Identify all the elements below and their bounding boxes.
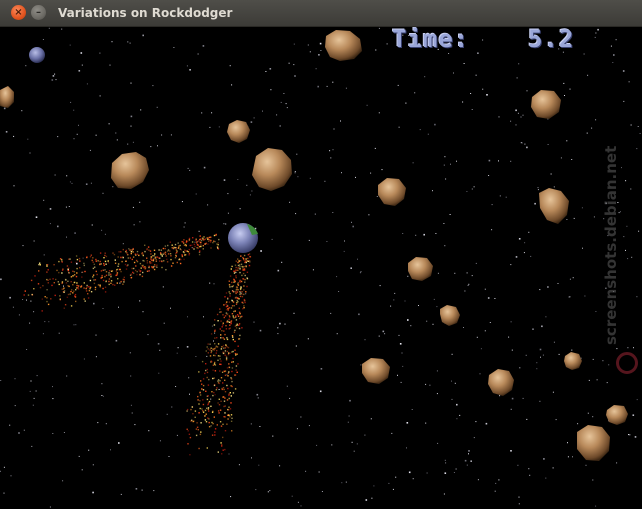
asteroid: [440, 305, 460, 326]
asteroid: [531, 90, 561, 119]
player-ship: [228, 223, 258, 253]
asteroid: [378, 178, 406, 206]
app-window: × – Variations on Rockdodger Time: 5.2 s…: [0, 0, 642, 509]
time-label: Time:: [392, 27, 470, 53]
window-title: Variations on Rockdodger: [58, 6, 233, 20]
watermark-text: screenshots.debian.net: [602, 145, 620, 345]
asteroid: [539, 188, 569, 224]
asteroid: [606, 405, 628, 425]
close-button[interactable]: ×: [11, 5, 26, 20]
debian-logo-icon: [616, 352, 638, 374]
extra-ship: [29, 47, 45, 63]
thrust-trails: [23, 233, 252, 456]
asteroid: [252, 148, 292, 191]
minimize-button[interactable]: –: [31, 5, 46, 20]
asteroid: [0, 86, 14, 108]
minimize-icon: –: [36, 7, 41, 18]
asteroid: [325, 30, 362, 61]
asteroid: [111, 152, 149, 189]
asteroid: [577, 425, 610, 461]
asteroid: [408, 257, 433, 281]
title-bar[interactable]: × – Variations on Rockdodger: [0, 0, 642, 27]
asteroid: [564, 352, 582, 370]
time-value: 5.2: [528, 27, 575, 53]
close-icon: ×: [14, 7, 23, 18]
game-canvas[interactable]: Time: 5.2 screenshots.debian.net: [0, 27, 642, 509]
asteroid: [227, 120, 250, 143]
game-scene: [0, 27, 641, 508]
asteroid-field: [0, 30, 628, 461]
asteroid: [362, 358, 390, 384]
asteroid: [488, 369, 514, 396]
